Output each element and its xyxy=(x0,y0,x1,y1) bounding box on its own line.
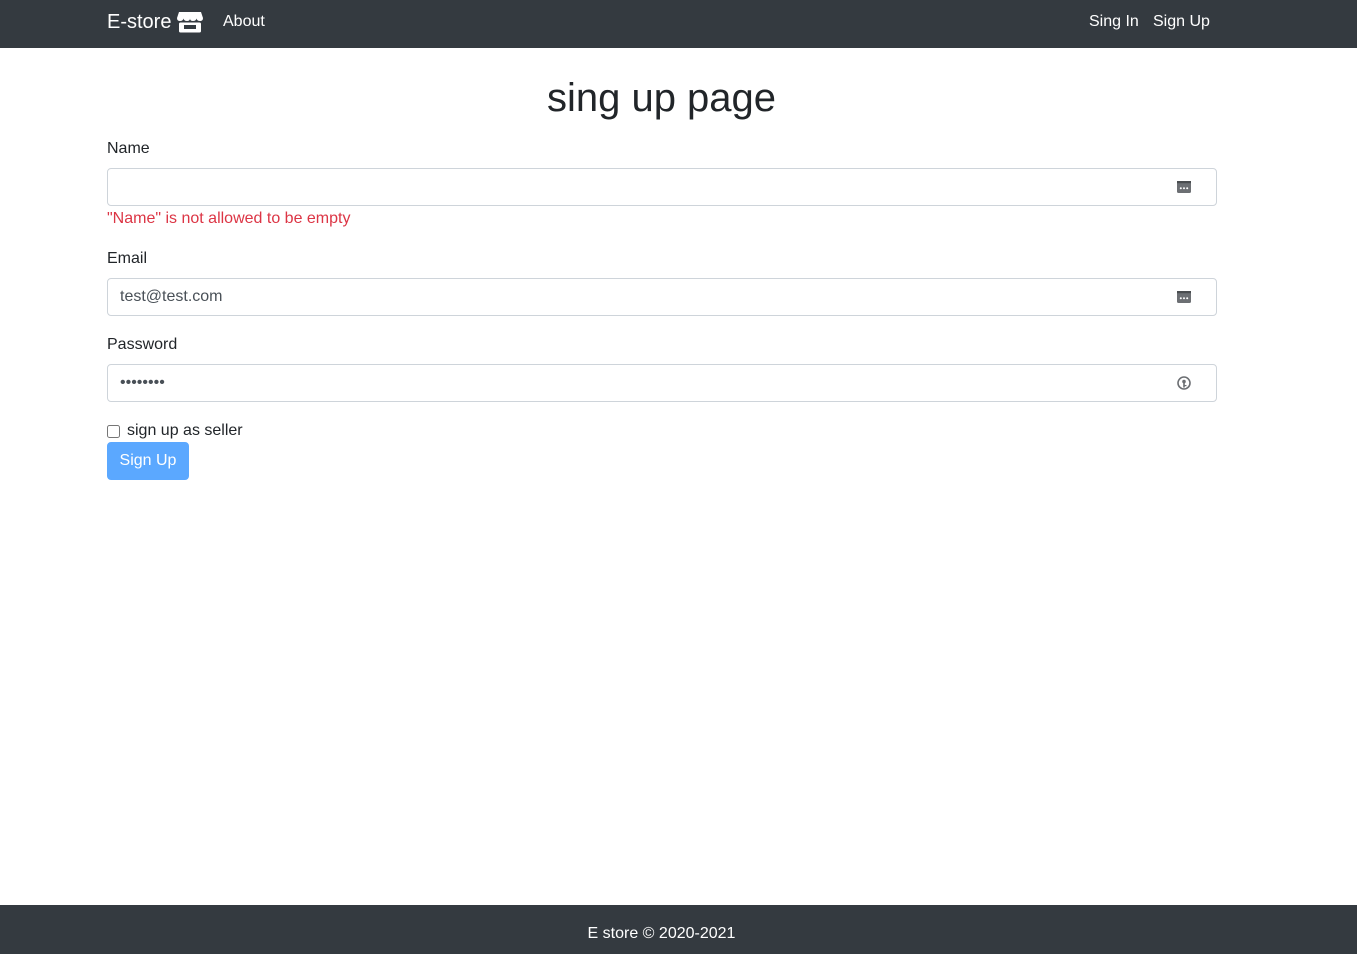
password-label: Password xyxy=(107,336,178,353)
seller-checkbox-row: sign up as seller xyxy=(107,421,243,441)
autofill-menu-icon[interactable] xyxy=(1176,180,1192,194)
password-field-wrapper xyxy=(107,364,1217,402)
nav-sign-up-link[interactable]: Sign Up xyxy=(1153,12,1210,32)
email-field-wrapper xyxy=(107,278,1217,316)
name-error-message: "Name" is not allowed to be empty xyxy=(107,210,351,227)
key-icon[interactable] xyxy=(1176,375,1192,391)
seller-checkbox[interactable] xyxy=(107,424,120,438)
brand-link[interactable]: E-store xyxy=(107,10,204,34)
footer: E store © 2020-2021 xyxy=(0,905,1357,954)
email-label: Email xyxy=(107,250,148,267)
nav-about-link[interactable]: About xyxy=(223,12,265,32)
navbar: E-store About Sing In Sign Up xyxy=(0,0,1357,48)
store-icon xyxy=(177,12,204,33)
email-input[interactable] xyxy=(108,279,1216,315)
name-label: Name xyxy=(107,140,150,157)
autofill-menu-icon[interactable] xyxy=(1176,290,1192,304)
name-input[interactable] xyxy=(108,169,1216,205)
sign-up-button[interactable]: Sign Up xyxy=(107,442,189,480)
footer-copyright: E store © 2020-2021 xyxy=(587,925,736,942)
seller-checkbox-label[interactable]: sign up as seller xyxy=(127,421,243,441)
page-title: sing up page xyxy=(546,76,777,120)
name-field-wrapper xyxy=(107,168,1217,206)
password-input[interactable] xyxy=(108,365,1216,401)
nav-sign-in-link[interactable]: Sing In xyxy=(1089,12,1139,32)
brand-name: E-store xyxy=(107,11,172,33)
